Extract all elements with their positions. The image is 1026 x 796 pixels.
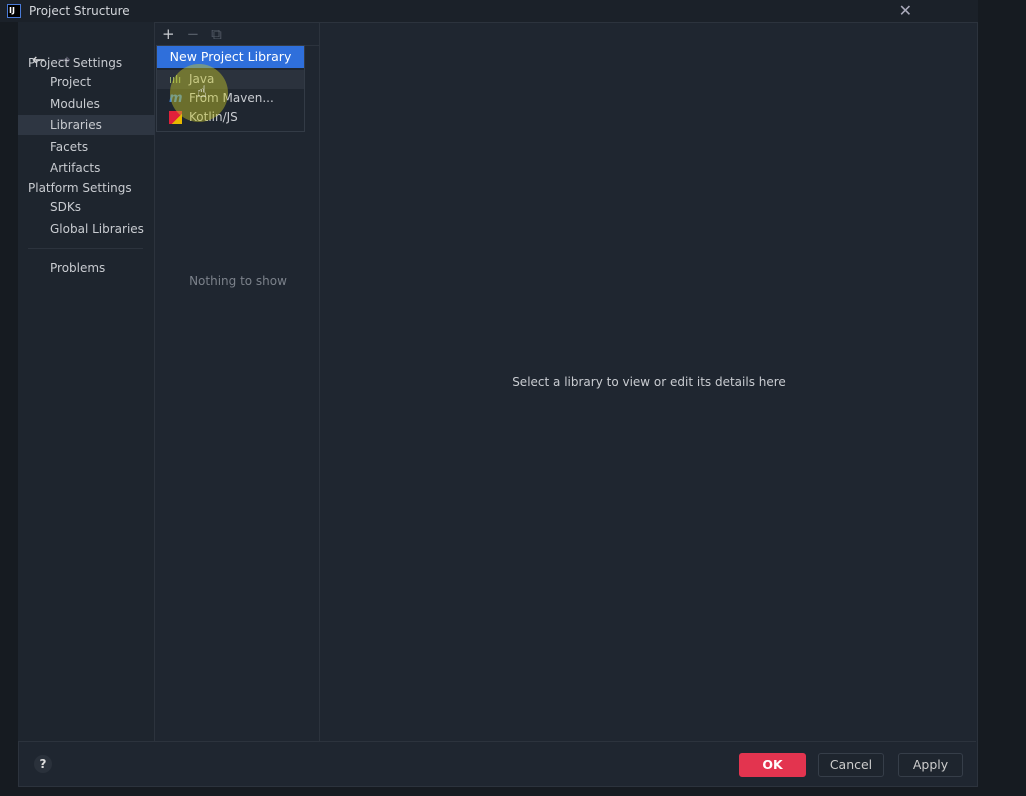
add-icon[interactable]: +	[162, 25, 175, 43]
popup-header: New Project Library	[157, 46, 304, 68]
copy-icon[interactable]: ⧉	[211, 25, 222, 43]
sidebar: ← → Project Settings Project Modules Libr…	[18, 22, 155, 741]
hand-cursor-icon: ☝	[197, 82, 207, 101]
sidebar-item-sdks[interactable]: SDKs	[18, 197, 155, 217]
sidebar-item-project[interactable]: Project	[18, 72, 155, 92]
sidebar-header-project-settings: Project Settings	[28, 56, 123, 70]
sidebar-item-libraries[interactable]: Libraries	[18, 115, 155, 135]
sidebar-header-platform-settings: Platform Settings	[28, 181, 132, 195]
remove-icon[interactable]: −	[187, 25, 200, 43]
sidebar-item-artifacts[interactable]: Artifacts	[18, 158, 155, 178]
sidebar-item-modules[interactable]: Modules	[18, 94, 155, 114]
empty-list-text: Nothing to show	[189, 274, 287, 288]
divider	[28, 248, 143, 249]
sidebar-item-global-libraries[interactable]: Global Libraries	[18, 219, 155, 239]
dialog-footer: ? OK Cancel Apply	[18, 741, 976, 786]
help-button[interactable]: ?	[34, 755, 52, 773]
sidebar-item-problems[interactable]: Problems	[18, 258, 155, 278]
library-details-panel: Select a library to view or edit its det…	[321, 22, 977, 741]
cancel-button[interactable]: Cancel	[818, 753, 884, 777]
sidebar-item-facets[interactable]: Facets	[18, 137, 155, 157]
apply-button[interactable]: Apply	[898, 753, 963, 777]
libraries-toolbar: + − ⧉	[156, 22, 319, 46]
ok-button[interactable]: OK	[739, 753, 806, 777]
details-placeholder: Select a library to view or edit its det…	[512, 374, 786, 389]
